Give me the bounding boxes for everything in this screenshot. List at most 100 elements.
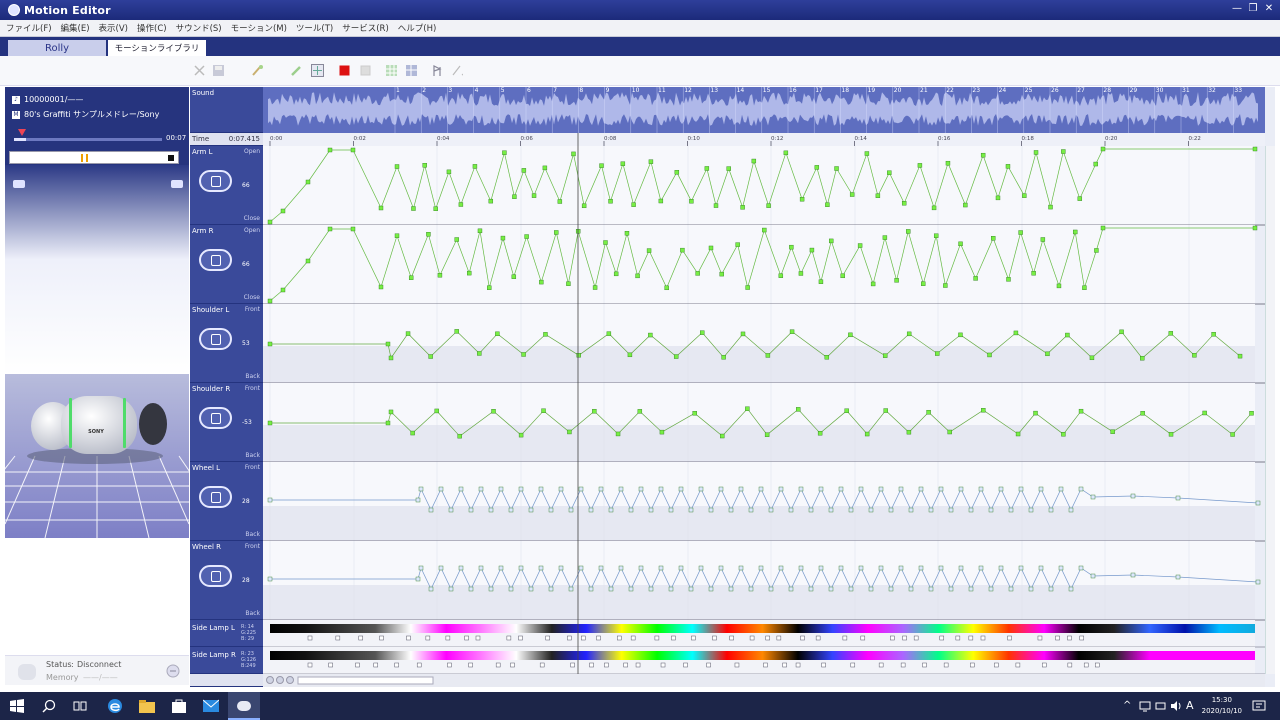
minimize-button[interactable]: — xyxy=(1230,2,1244,15)
shoulder-keyframe xyxy=(1119,329,1124,335)
bar-number: 31 xyxy=(1182,87,1190,94)
search-icon[interactable] xyxy=(42,699,56,713)
menu-help[interactable]: ヘルプ(H) xyxy=(398,22,437,34)
arm-keyframe xyxy=(1033,150,1039,155)
file-explorer-icon[interactable] xyxy=(139,699,155,713)
volume-icon[interactable] xyxy=(1170,700,1182,712)
wheel-keyframe xyxy=(608,586,614,592)
wheel-keyframe xyxy=(608,507,614,513)
motion-editor-task[interactable] xyxy=(228,692,260,720)
tab-rolly[interactable]: Rolly xyxy=(8,40,106,56)
table-icon[interactable] xyxy=(405,64,418,77)
taskbar-clock[interactable]: 15:30 2020/10/10 xyxy=(1202,695,1242,717)
shoulder-keyframe xyxy=(906,331,912,337)
arm-keyframe xyxy=(378,284,384,290)
shoulder-keyframe xyxy=(434,408,439,414)
vertical-scrollbar[interactable] xyxy=(1265,146,1275,674)
track-label-shoulder-l[interactable]: Shoulder L Front Back 53 xyxy=(190,304,263,383)
record-icon[interactable] xyxy=(338,64,351,77)
wheel-keyframe xyxy=(888,586,894,592)
camera-icon[interactable] xyxy=(171,180,183,188)
clock-date: 2020/10/10 xyxy=(1201,707,1242,715)
playhead-marker-icon[interactable] xyxy=(18,129,26,136)
menu-edit[interactable]: 編集(E) xyxy=(61,22,90,34)
track-lane xyxy=(263,225,1255,304)
grid-icon[interactable] xyxy=(385,64,398,77)
lamp-keyframe xyxy=(890,635,895,641)
menu-motion[interactable]: モーション(M) xyxy=(231,22,287,34)
timeline-canvas[interactable]: 1 2 3 4 5 6 7 8 9 10 11 12 13 14 15 16 17 18 19 20 21 22 23 24 2… xyxy=(263,87,1265,687)
edge-browser-icon[interactable] xyxy=(107,698,123,714)
menu-service[interactable]: サービス(R) xyxy=(342,22,389,34)
arm-keyframe xyxy=(613,271,619,277)
windows-start-icon[interactable] xyxy=(10,699,24,713)
arm-keyframe xyxy=(571,151,576,157)
lamp-keyframe xyxy=(1083,662,1089,668)
pencil-icon[interactable] xyxy=(290,64,303,77)
track-label-arm-r[interactable]: Arm R Open Close 66 xyxy=(190,225,263,304)
robot-3d-preview[interactable]: SONY xyxy=(5,374,189,538)
maximize-button[interactable]: ❐ xyxy=(1246,2,1260,15)
track-value[interactable]: -53 xyxy=(242,419,252,426)
connect-icon[interactable] xyxy=(166,664,180,678)
song-title: 80's Graffiti サンプルメドレー/Sony xyxy=(24,110,160,119)
copy-icon[interactable] xyxy=(359,64,372,77)
ime-indicator[interactable]: A xyxy=(1186,699,1194,713)
view-mode-icon[interactable] xyxy=(13,180,25,188)
tray-chevron-icon[interactable]: ^ xyxy=(1123,699,1131,713)
tab-motion-library[interactable]: モーションライブラリ xyxy=(108,40,206,56)
arm-keyframe xyxy=(726,166,731,171)
save-icon[interactable] xyxy=(212,64,225,77)
battery-icon[interactable] xyxy=(1155,700,1167,712)
network-icon[interactable] xyxy=(1139,700,1151,712)
track-value[interactable]: 53 xyxy=(242,340,250,347)
playback-progress[interactable] xyxy=(14,138,162,141)
wheel-keyframe xyxy=(978,565,984,571)
arm-keyframe xyxy=(1082,285,1087,290)
stop-button[interactable] xyxy=(168,155,174,161)
mail-icon[interactable] xyxy=(203,699,219,713)
track-label-wheel-l[interactable]: Wheel L Front Back 28 xyxy=(190,462,263,541)
task-view-icon[interactable] xyxy=(73,699,87,713)
track-label-arm-l[interactable]: Arm L Open Close 66 xyxy=(190,146,263,225)
track-label-side-lamp-r[interactable]: Side Lamp R R: 23 G:126 B:249 xyxy=(190,647,263,674)
menu-sound[interactable]: サウンド(S) xyxy=(176,22,222,34)
track-value[interactable]: 66 xyxy=(242,261,250,268)
menu-file[interactable]: ファイル(F) xyxy=(6,22,52,34)
wheel-keyframe xyxy=(638,486,644,492)
bar-number: 32 xyxy=(1208,87,1216,94)
track-label-wheel-r[interactable]: Wheel R Front Back 28 xyxy=(190,541,263,620)
store-icon[interactable] xyxy=(171,698,187,714)
scroll-left-icon xyxy=(286,676,294,684)
notification-icon[interactable] xyxy=(1252,699,1266,713)
cut-icon[interactable] xyxy=(193,64,206,77)
bar-number: 22 xyxy=(946,87,954,94)
shoulder-keyframe xyxy=(765,353,771,358)
track-value[interactable]: 66 xyxy=(242,182,250,189)
brush-icon[interactable] xyxy=(251,64,264,77)
track-value[interactable]: 28 xyxy=(242,498,250,505)
lamp-name: Side Lamp L xyxy=(192,624,235,632)
menu-control[interactable]: 操作(C) xyxy=(137,22,167,34)
shoulder-keyframe xyxy=(457,433,462,439)
wheel-keyframe xyxy=(998,486,1004,492)
arm-keyframe xyxy=(458,202,464,207)
close-button[interactable]: ✕ xyxy=(1262,2,1276,15)
track-label-shoulder-r[interactable]: Shoulder R Front Back -53 xyxy=(190,383,263,462)
wheel-keyframe xyxy=(918,486,924,492)
track-label-side-lamp-l[interactable]: Side Lamp L R: 14 G:225 B: 29 xyxy=(190,620,263,647)
select-tool-icon[interactable] xyxy=(311,64,324,77)
menu-view[interactable]: 表示(V) xyxy=(99,22,128,34)
menu-tools[interactable]: ツール(T) xyxy=(296,22,333,34)
shoulder-keyframe xyxy=(385,420,391,426)
shoulder-keyframe xyxy=(267,341,273,347)
pause-button[interactable] xyxy=(81,154,88,162)
flag-icon[interactable] xyxy=(431,64,444,77)
arm-keyframe xyxy=(906,229,911,234)
track-value[interactable]: 28 xyxy=(242,577,250,584)
fraction-icon[interactable] xyxy=(450,64,463,77)
lamp-keyframe xyxy=(425,635,431,641)
lamp-keyframe xyxy=(464,635,469,641)
arm-keyframe xyxy=(539,279,544,285)
lamp-keyframe xyxy=(691,635,696,641)
